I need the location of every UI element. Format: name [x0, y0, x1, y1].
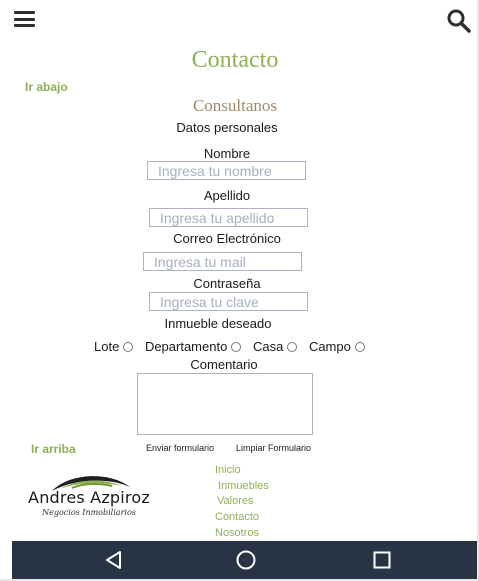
contact-page: Contacto Ir abajo Consultanos Datos pers…	[0, 0, 479, 581]
name-label: Nombre	[203, 146, 251, 161]
submit-button[interactable]: Enviar formulario	[146, 443, 214, 453]
footer-link-inicio[interactable]: Inicio	[215, 464, 241, 476]
android-navigation-bar	[12, 541, 479, 579]
reset-button[interactable]: Limpiar Formulario	[236, 443, 311, 453]
radio-campo[interactable]	[354, 341, 365, 352]
option-campo-label: Campo	[308, 339, 351, 354]
brand-tagline: Negocios Inmobiliarios	[42, 508, 136, 517]
page-subtitle: Consultanos	[192, 96, 278, 115]
option-departamento[interactable]: Departamento	[144, 339, 242, 354]
radio-lote[interactable]	[123, 341, 134, 352]
name-field[interactable]	[147, 161, 306, 180]
recents-square-icon[interactable]	[357, 541, 407, 579]
footer-link-nosotros[interactable]: Nosotros	[215, 527, 259, 539]
radio-departamento[interactable]	[231, 341, 242, 352]
comment-label: Comentario	[190, 357, 258, 372]
footer-link-contacto[interactable]: Contacto	[215, 511, 259, 523]
go-up-link[interactable]: Ir arriba	[31, 442, 76, 456]
comment-textarea[interactable]	[137, 373, 313, 435]
option-lote-label: Lote	[94, 339, 120, 354]
radio-casa[interactable]	[287, 341, 298, 352]
search-icon[interactable]	[446, 8, 472, 34]
go-down-link[interactable]: Ir abajo	[25, 80, 68, 94]
option-casa[interactable]: Casa	[252, 339, 298, 354]
password-field[interactable]	[149, 292, 308, 311]
page-title: Contacto	[191, 47, 279, 73]
back-triangle-icon[interactable]	[89, 541, 139, 579]
property-label: Inmueble deseado	[164, 316, 272, 331]
footer-link-valores[interactable]: Valores	[217, 495, 253, 507]
option-casa-label: Casa	[252, 339, 284, 354]
option-lote[interactable]: Lote	[94, 339, 134, 354]
email-label: Correo Electrónico	[173, 231, 281, 246]
option-departamento-label: Departamento	[144, 339, 228, 354]
hamburger-icon[interactable]	[14, 11, 35, 27]
lastname-field[interactable]	[149, 208, 308, 227]
lastname-label: Apellido	[203, 188, 251, 203]
option-campo[interactable]: Campo	[309, 339, 365, 354]
brand-name: Andres Azpiroz	[28, 488, 150, 507]
email-field[interactable]	[143, 252, 302, 271]
home-circle-icon[interactable]	[221, 541, 271, 579]
property-options: Lote Departamento Casa Campo	[94, 339, 373, 354]
section-label: Datos personales	[176, 120, 278, 135]
password-label: Contraseña	[193, 276, 261, 291]
footer-link-inmuebles[interactable]: Inmuebles	[218, 480, 269, 492]
